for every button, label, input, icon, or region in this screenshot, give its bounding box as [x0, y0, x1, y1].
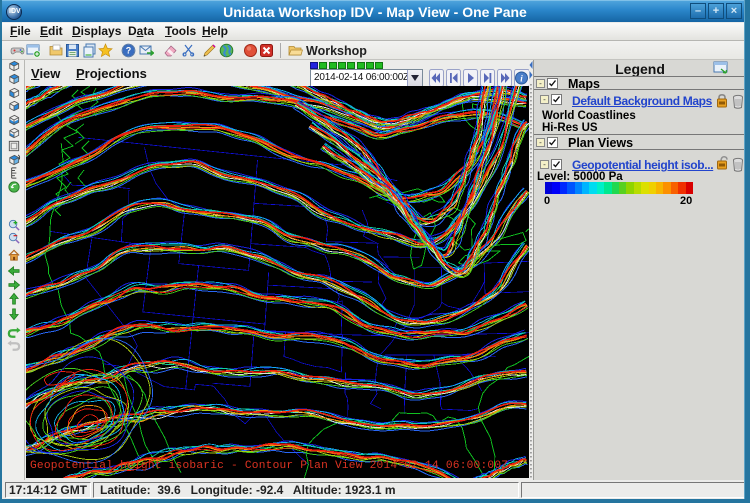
svg-text:Geopotential height isobaric -: Geopotential height isobaric - Contour P… [30, 460, 508, 472]
svg-text:?: ? [126, 46, 132, 56]
